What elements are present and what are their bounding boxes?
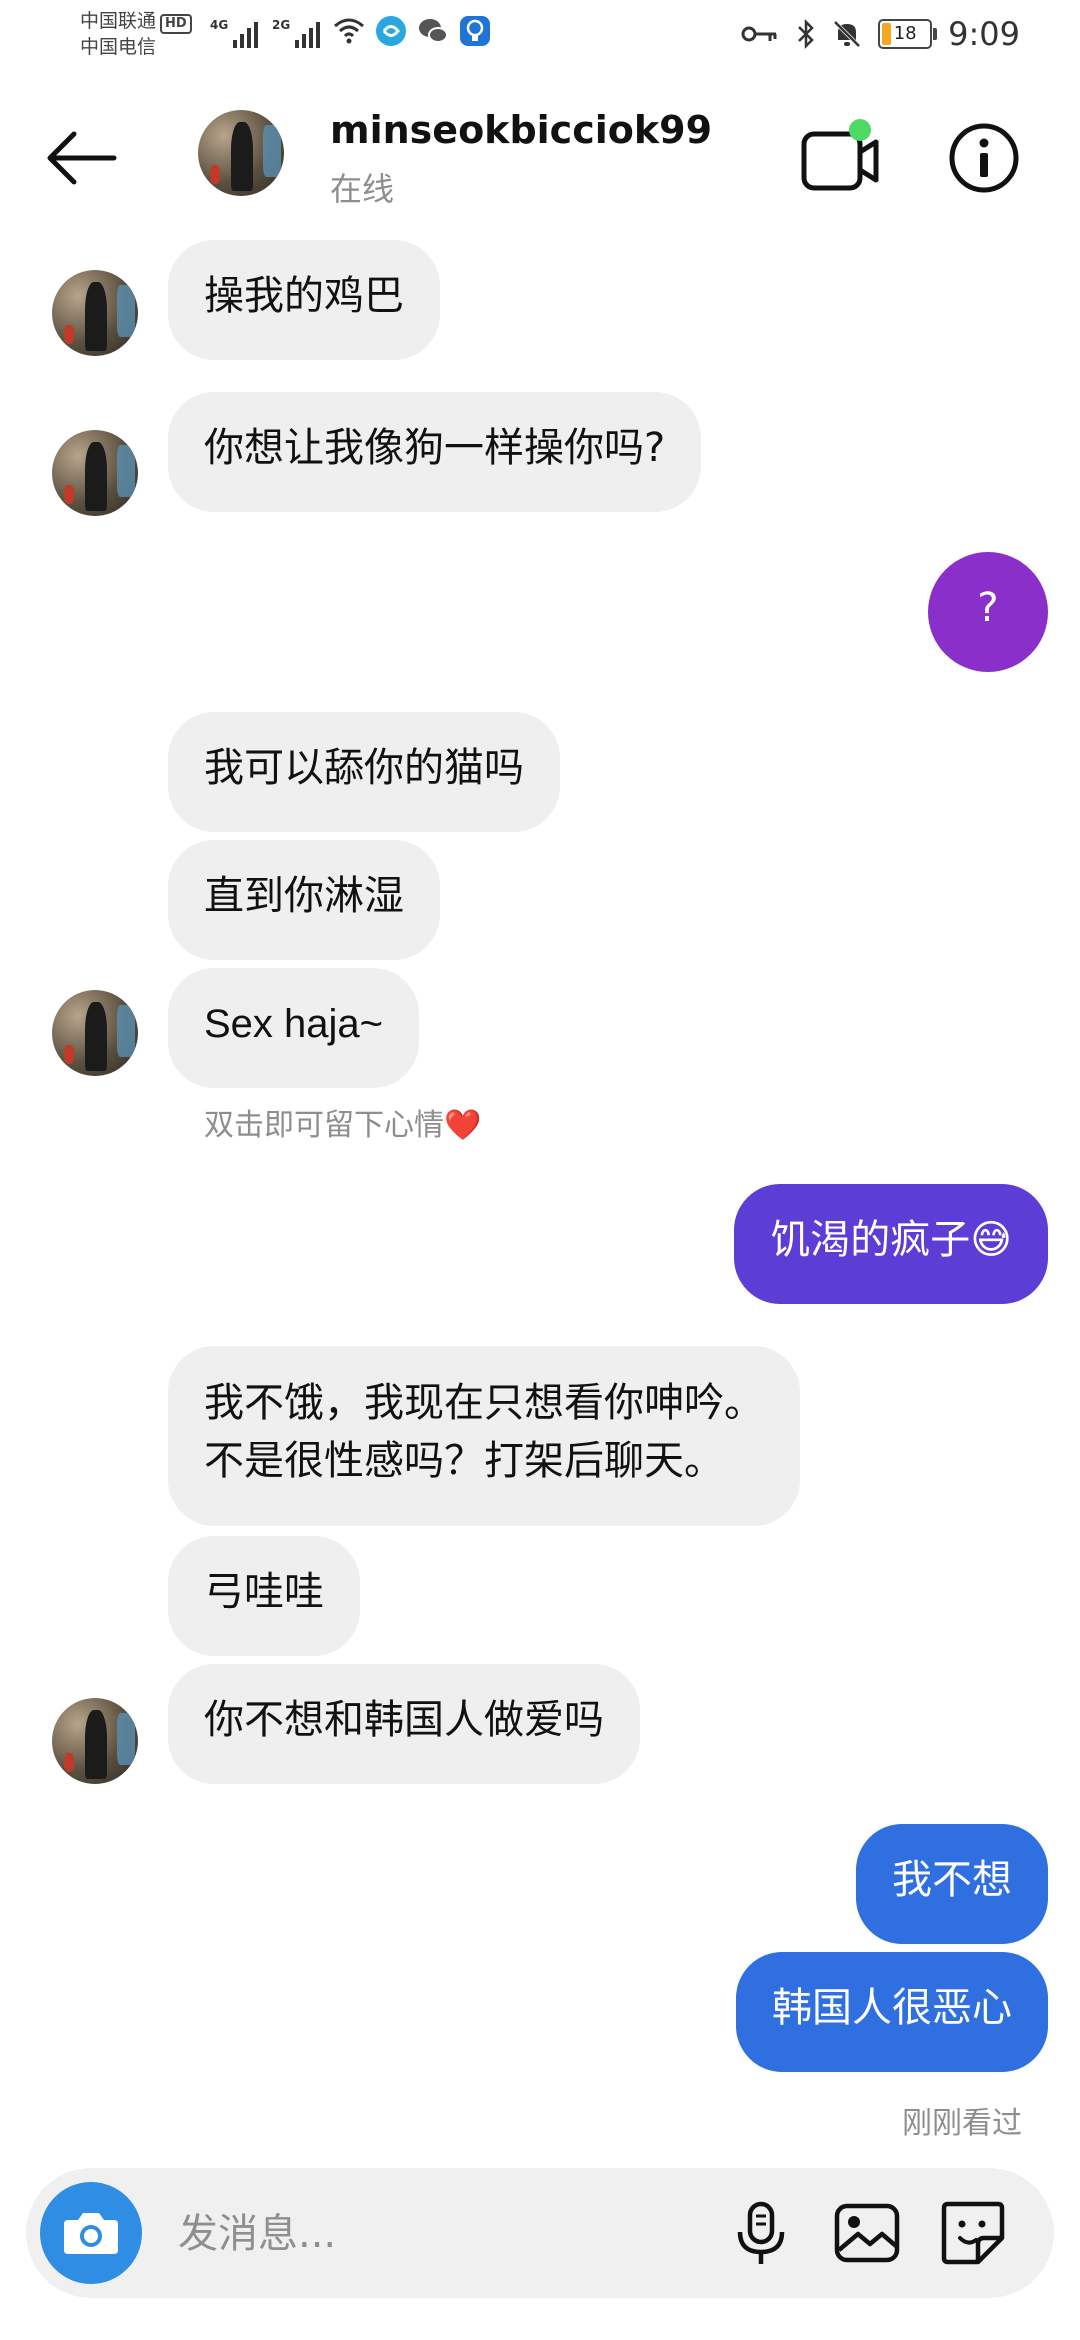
bluetooth-icon bbox=[798, 18, 814, 50]
message-composer bbox=[26, 2168, 1054, 2298]
heart-icon: ❤️ bbox=[444, 1108, 482, 1143]
reaction-hint-text: 双击即可留下心情 bbox=[204, 1108, 444, 1143]
camera-button[interactable] bbox=[40, 2182, 142, 2284]
status-right: 18 9:09 bbox=[740, 14, 1020, 54]
signal-2-icon: 2G bbox=[272, 18, 321, 48]
wechat-icon bbox=[419, 19, 448, 43]
outgoing-message[interactable]: 饥渴的疯子😅 bbox=[734, 1184, 1048, 1304]
chat-username[interactable]: minseokbicciok99 bbox=[330, 108, 712, 152]
microphone-icon[interactable] bbox=[726, 2198, 796, 2268]
incoming-message[interactable]: 你想让我像狗一样操你吗? bbox=[168, 392, 702, 512]
chat-header: minseokbicciok99 在线 bbox=[0, 80, 1080, 230]
avatar[interactable] bbox=[198, 110, 284, 196]
sender-avatar[interactable] bbox=[52, 990, 138, 1076]
incoming-message[interactable]: 弓哇哇 bbox=[168, 1536, 360, 1656]
info-icon[interactable] bbox=[948, 122, 1020, 194]
outgoing-message[interactable]: 我不想 bbox=[856, 1824, 1048, 1944]
sender-avatar[interactable] bbox=[52, 1698, 138, 1784]
signal-2-label: 2G bbox=[272, 18, 291, 32]
camera-icon bbox=[64, 2213, 118, 2254]
outgoing-message[interactable]: 韩国人很恶心 bbox=[736, 1952, 1048, 2072]
signal-1-label: 4G bbox=[210, 18, 229, 32]
battery-level: 18 bbox=[893, 23, 917, 44]
incoming-message[interactable]: 操我的鸡巴 bbox=[168, 240, 440, 360]
bulb-app-icon bbox=[460, 16, 490, 46]
reaction-hint: 双击即可留下心情❤️ bbox=[204, 1100, 481, 1144]
hd-badge: HD bbox=[160, 14, 192, 34]
carrier-info: 中国联通 HD 中国电信 bbox=[80, 8, 192, 60]
message-input[interactable] bbox=[176, 2198, 680, 2270]
outgoing-message[interactable]: ? bbox=[928, 552, 1048, 672]
key-icon bbox=[741, 26, 777, 42]
back-arrow-icon[interactable] bbox=[44, 128, 118, 188]
presence-status: 在线 bbox=[330, 170, 395, 208]
sticker-icon[interactable] bbox=[938, 2198, 1008, 2268]
signal-1-icon: 4G bbox=[210, 18, 259, 48]
battery-icon: 18 bbox=[878, 19, 938, 49]
sender-avatar[interactable] bbox=[52, 270, 138, 356]
incoming-message[interactable]: 你不想和韩国人做爱吗 bbox=[168, 1664, 640, 1784]
video-call-icon[interactable] bbox=[800, 116, 882, 196]
app-notification-icon bbox=[376, 16, 406, 46]
status-bar: 中国联通 HD 中国电信 4G 2G 18 9:09 bbox=[0, 0, 1080, 80]
mute-bell-icon bbox=[833, 20, 861, 48]
gallery-icon[interactable] bbox=[832, 2198, 902, 2268]
sender-avatar[interactable] bbox=[52, 430, 138, 516]
carrier-2: 中国电信 bbox=[80, 36, 157, 58]
incoming-message[interactable]: Sex haja~ bbox=[168, 968, 420, 1088]
incoming-message[interactable]: 我不饿，我现在只想看你呻吟。 不是很性感吗？打架后聊天。 bbox=[168, 1346, 800, 1526]
wifi-icon bbox=[334, 18, 364, 44]
seen-status: 刚刚看过 bbox=[902, 2106, 1022, 2141]
clock: 9:09 bbox=[948, 15, 1020, 53]
incoming-message[interactable]: 直到你淋湿 bbox=[168, 840, 440, 960]
incoming-message[interactable]: 我可以舔你的猫吗 bbox=[168, 712, 560, 832]
carrier-1: 中国联通 bbox=[80, 10, 157, 32]
